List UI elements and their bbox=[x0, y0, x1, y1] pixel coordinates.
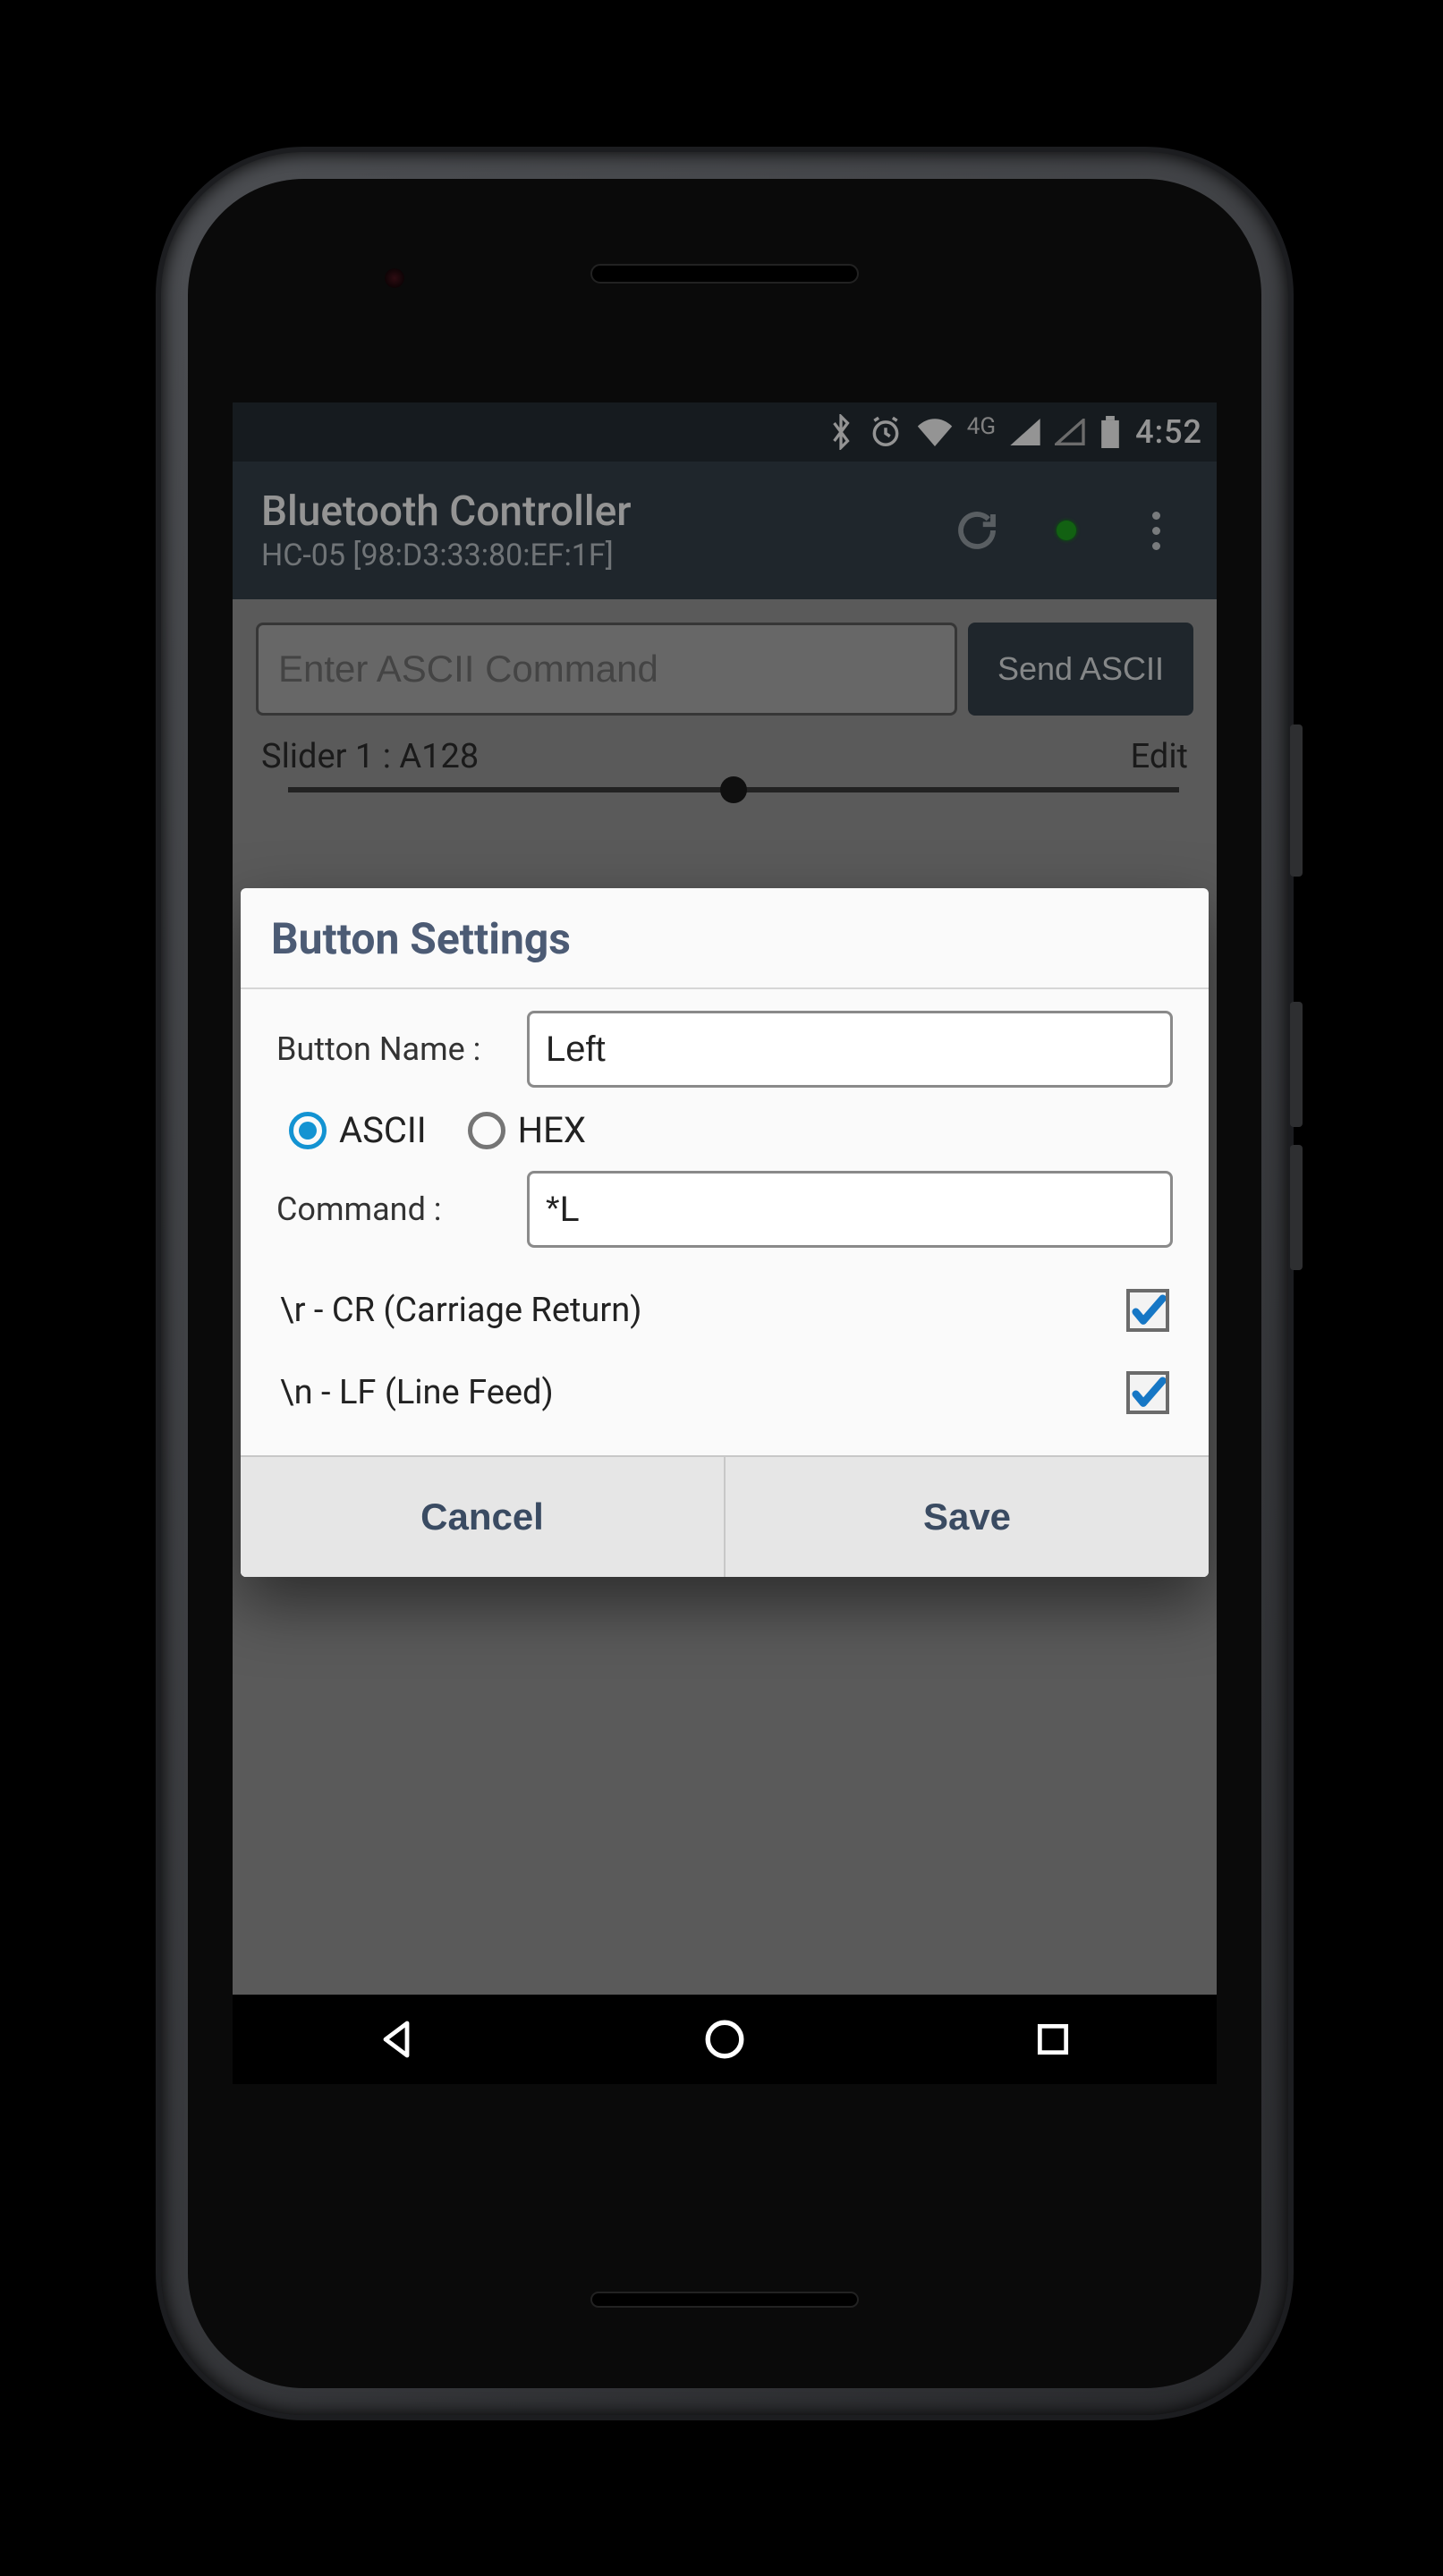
slider-edit-link[interactable]: Edit bbox=[1131, 737, 1188, 776]
connection-status-button[interactable] bbox=[1031, 495, 1102, 566]
screen: 4G 4:52 Bluetooth Controlle bbox=[233, 402, 1217, 2084]
app-title: Bluetooth Controller bbox=[261, 487, 923, 536]
button-name-input[interactable] bbox=[527, 1011, 1173, 1088]
status-bar: 4G 4:52 bbox=[233, 402, 1217, 462]
signal-empty-icon bbox=[1055, 419, 1085, 445]
dialog-title: Button Settings bbox=[241, 888, 1209, 989]
nav-back-button[interactable] bbox=[343, 2018, 450, 2061]
main-content: Send ASCII Slider 1 : A128 Edit bbox=[233, 599, 1217, 816]
encoding-hex-label: HEX bbox=[518, 1109, 586, 1151]
save-button[interactable]: Save bbox=[724, 1457, 1209, 1577]
bluetooth-icon bbox=[828, 414, 854, 450]
clock: 4:52 bbox=[1135, 413, 1202, 451]
ascii-command-input[interactable] bbox=[256, 623, 957, 716]
earpiece bbox=[590, 264, 859, 284]
refresh-button[interactable] bbox=[941, 495, 1013, 566]
nav-recents-button[interactable] bbox=[999, 2020, 1107, 2059]
cancel-button[interactable]: Cancel bbox=[241, 1457, 724, 1577]
encoding-ascii-label: ASCII bbox=[339, 1109, 427, 1151]
app-bar: Bluetooth Controller HC-05 [98:D3:33:80:… bbox=[233, 462, 1217, 599]
cr-checkbox[interactable] bbox=[1126, 1289, 1169, 1332]
send-ascii-button[interactable]: Send ASCII bbox=[968, 623, 1193, 716]
alarm-icon bbox=[869, 415, 903, 449]
command-label: Command : bbox=[276, 1191, 509, 1228]
phone-frame: 4G 4:52 Bluetooth Controlle bbox=[161, 152, 1288, 2415]
front-camera bbox=[385, 268, 404, 288]
volume-up-button bbox=[1290, 1002, 1303, 1127]
lf-option-label: \n - LF (Line Feed) bbox=[280, 1373, 554, 1412]
cr-option-label: \r - CR (Carriage Return) bbox=[280, 1291, 641, 1330]
nav-bar bbox=[233, 1995, 1217, 2084]
wifi-icon bbox=[917, 418, 953, 446]
encoding-hex-radio[interactable] bbox=[468, 1112, 505, 1149]
kebab-icon bbox=[1152, 512, 1160, 550]
slider-1[interactable] bbox=[288, 787, 1179, 792]
power-button bbox=[1290, 724, 1303, 877]
lf-checkbox[interactable] bbox=[1126, 1371, 1169, 1414]
button-name-label: Button Name : bbox=[276, 1030, 509, 1068]
overflow-menu-button[interactable] bbox=[1120, 495, 1192, 566]
signal-icon bbox=[1010, 419, 1040, 445]
button-settings-dialog: Button Settings Button Name : ASCII HEX … bbox=[241, 888, 1209, 1577]
status-dot-icon bbox=[1057, 521, 1076, 540]
nav-home-button[interactable] bbox=[671, 2017, 778, 2062]
battery-icon bbox=[1099, 416, 1121, 448]
volume-down-button bbox=[1290, 1145, 1303, 1270]
command-input[interactable] bbox=[527, 1171, 1173, 1248]
encoding-ascii-radio[interactable] bbox=[289, 1112, 327, 1149]
network-type: 4G bbox=[967, 413, 996, 440]
slider-label: Slider 1 : A128 bbox=[261, 737, 479, 776]
app-subtitle: HC-05 [98:D3:33:80:EF:1F] bbox=[261, 538, 923, 573]
bottom-speaker bbox=[590, 2292, 859, 2308]
phone-inner: 4G 4:52 Bluetooth Controlle bbox=[188, 179, 1261, 2388]
slider-thumb[interactable] bbox=[720, 776, 747, 803]
